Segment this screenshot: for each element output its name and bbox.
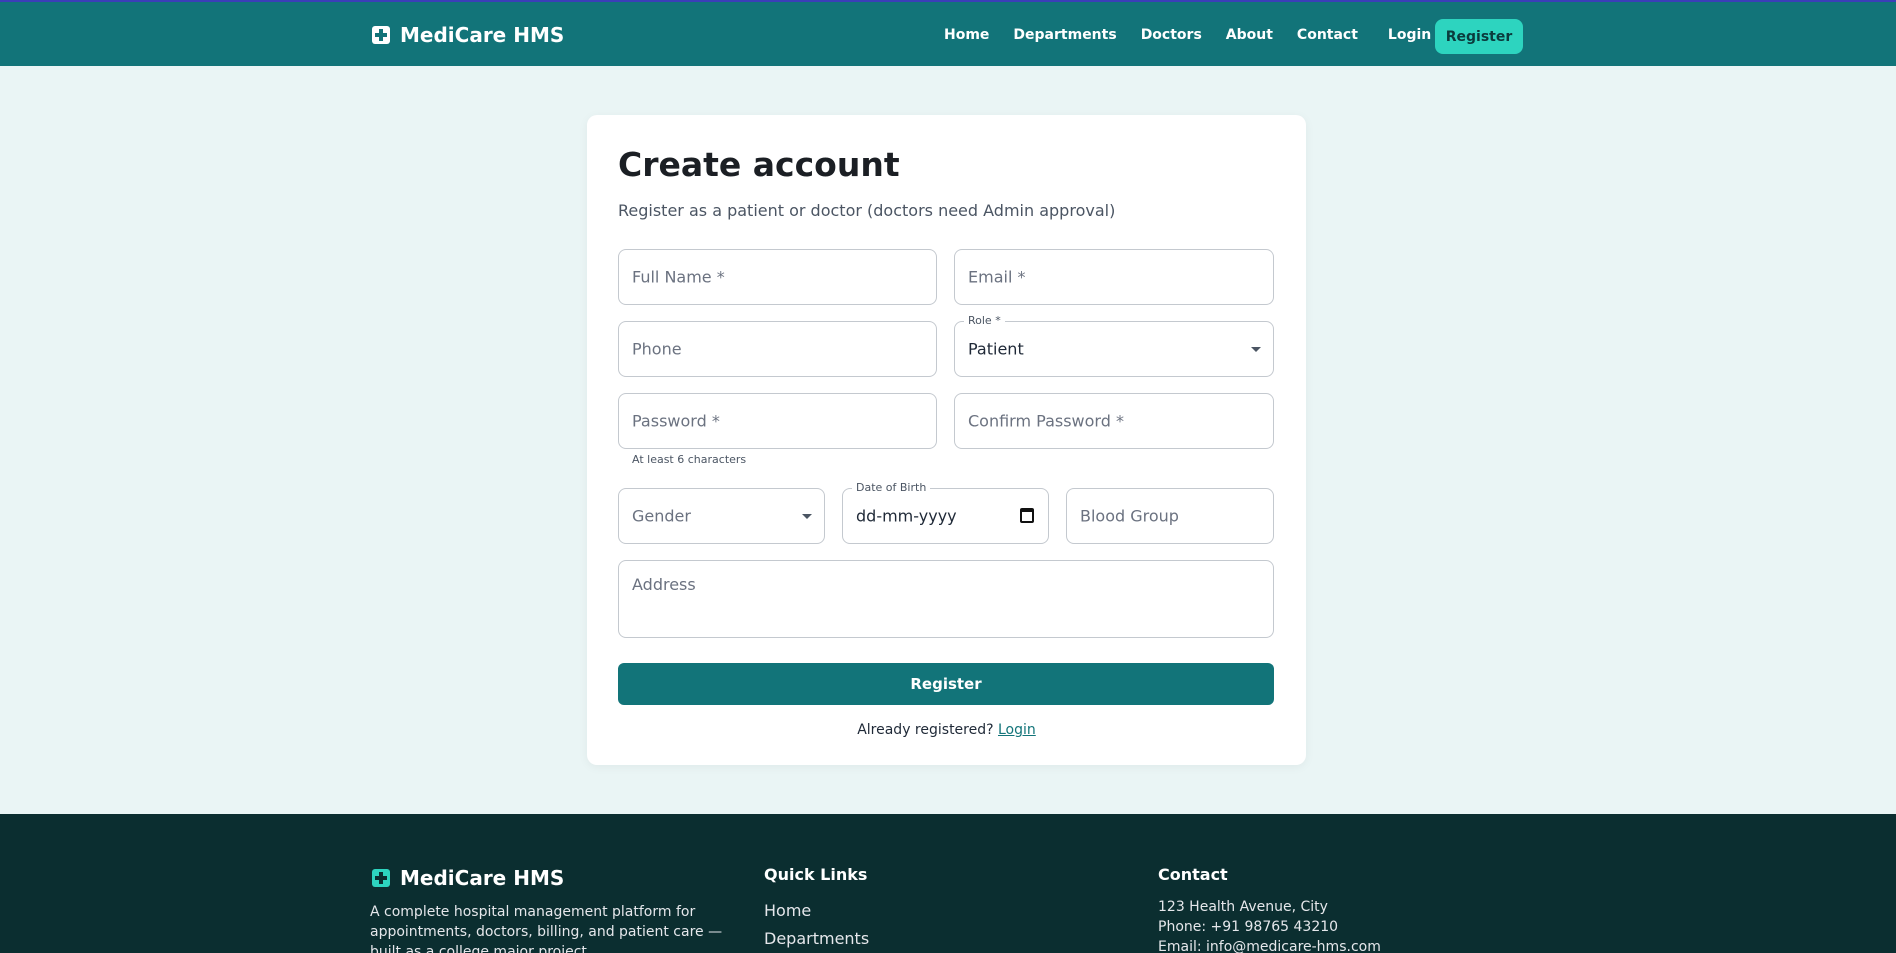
medical-cross-icon bbox=[372, 869, 390, 887]
address-placeholder: Address bbox=[632, 575, 696, 594]
confirm-password-input[interactable]: Confirm Password * bbox=[954, 393, 1274, 449]
email-placeholder: Email * bbox=[968, 267, 1026, 287]
footer-brand: MediCare HMS bbox=[372, 866, 564, 890]
medical-cross-icon bbox=[372, 26, 390, 44]
blood-group-input[interactable]: Blood Group bbox=[1066, 488, 1274, 544]
password-placeholder: Password * bbox=[632, 411, 720, 431]
calendar-icon[interactable] bbox=[1020, 508, 1034, 523]
already-registered-row: Already registered? Login bbox=[587, 722, 1306, 738]
confirm-password-placeholder: Confirm Password * bbox=[968, 411, 1124, 431]
contact-address: 123 Health Avenue, City bbox=[1158, 899, 1328, 915]
phone-placeholder: Phone bbox=[632, 339, 682, 359]
top-navbar: MediCare HMS Home Departments Doctors Ab… bbox=[0, 0, 1896, 66]
role-select[interactable]: Role * Patient bbox=[954, 314, 1274, 377]
footer-brand-name: MediCare HMS bbox=[400, 866, 565, 890]
phone-input[interactable]: Phone bbox=[618, 321, 937, 377]
password-helper-text: At least 6 characters bbox=[632, 453, 747, 466]
role-label: Role * bbox=[964, 314, 1005, 327]
quick-links-list: Home Departments bbox=[764, 897, 869, 953]
footer-link-home[interactable]: Home bbox=[764, 897, 869, 925]
footer-description: A complete hospital management platform … bbox=[370, 904, 723, 953]
page-title: Create account bbox=[618, 145, 900, 184]
contact-info: 123 Health Avenue, City Phone: +91 98765… bbox=[1158, 897, 1381, 953]
register-card: Create account Register as a patient or … bbox=[587, 115, 1306, 765]
gender-placeholder: Gender bbox=[632, 506, 691, 526]
brand-name: MediCare HMS bbox=[400, 23, 565, 47]
already-registered-text: Already registered? bbox=[857, 722, 994, 738]
blood-group-placeholder: Blood Group bbox=[1080, 506, 1179, 526]
address-textarea[interactable]: Address bbox=[618, 560, 1274, 638]
nav-link-contact[interactable]: Contact bbox=[1297, 27, 1358, 43]
nav-link-about[interactable]: About bbox=[1226, 27, 1273, 43]
dob-label: Date of Birth bbox=[852, 481, 931, 494]
email-input[interactable]: Email * bbox=[954, 249, 1274, 305]
nav-link-doctors[interactable]: Doctors bbox=[1141, 27, 1202, 43]
quick-links-title: Quick Links bbox=[764, 865, 868, 884]
contact-title: Contact bbox=[1158, 865, 1228, 884]
date-of-birth-input[interactable]: Date of Birth dd-mm-yyyy bbox=[842, 481, 1049, 544]
full-name-input[interactable]: Full Name * bbox=[618, 249, 937, 305]
nav-link-home[interactable]: Home bbox=[944, 27, 989, 43]
chevron-down-icon bbox=[802, 514, 812, 519]
password-input[interactable]: Password * bbox=[618, 393, 937, 449]
role-value: Patient bbox=[968, 339, 1024, 359]
contact-phone: Phone: +91 98765 43210 bbox=[1158, 919, 1339, 935]
gender-select[interactable]: Gender bbox=[618, 488, 825, 544]
chevron-down-icon bbox=[1251, 347, 1261, 352]
nav-link-departments[interactable]: Departments bbox=[1013, 27, 1116, 43]
contact-email: Email: info@medicare-hms.com bbox=[1158, 939, 1381, 953]
login-link[interactable]: Login bbox=[998, 722, 1036, 738]
nav-login-link[interactable]: Login bbox=[1388, 27, 1431, 43]
full-name-placeholder: Full Name * bbox=[632, 267, 725, 287]
dob-value: dd-mm-yyyy bbox=[856, 506, 957, 526]
brand-logo[interactable]: MediCare HMS bbox=[372, 22, 564, 48]
register-submit-button[interactable]: Register bbox=[618, 663, 1274, 705]
nav-links: Home Departments Doctors About Contact L… bbox=[944, 20, 1455, 50]
nav-register-button[interactable]: Register bbox=[1435, 19, 1523, 54]
page-subtitle: Register as a patient or doctor (doctors… bbox=[618, 201, 1116, 220]
site-footer: MediCare HMS A complete hospital managem… bbox=[0, 814, 1896, 953]
footer-link-departments[interactable]: Departments bbox=[764, 925, 869, 953]
